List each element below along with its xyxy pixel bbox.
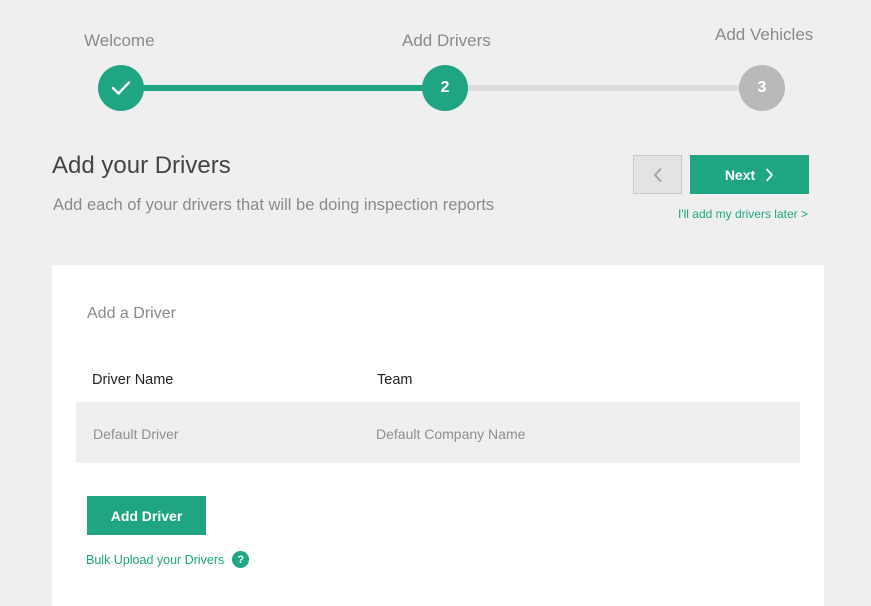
add-driver-card: Add a Driver Driver Name Team Default Dr… xyxy=(52,265,824,606)
step-label-welcome: Welcome xyxy=(84,31,155,50)
step-number-3: 3 xyxy=(757,79,767,96)
table-row[interactable]: Default Driver Default Company Name xyxy=(76,402,800,463)
help-icon[interactable]: ? xyxy=(232,551,250,568)
column-header-driver-name: Driver Name xyxy=(92,372,174,388)
check-icon xyxy=(111,81,131,95)
driver-name-cell: Default Driver xyxy=(93,426,179,442)
step-circle-add-vehicles: 3 xyxy=(739,65,785,111)
page-subtitle: Add each of your drivers that will be do… xyxy=(53,196,495,214)
progress-track-complete xyxy=(121,85,445,91)
card-title: Add a Driver xyxy=(87,305,176,322)
chevron-right-icon xyxy=(766,168,774,181)
next-button-label: Next xyxy=(724,166,756,183)
back-button[interactable] xyxy=(633,155,682,194)
next-button[interactable]: Next xyxy=(690,155,809,194)
chevron-left-icon xyxy=(653,167,661,182)
step-circle-welcome xyxy=(98,65,144,111)
step-label-add-vehicles: Add Vehicles xyxy=(715,25,814,44)
step-label-add-drivers: Add Drivers xyxy=(402,31,491,50)
add-driver-button[interactable]: Add Driver xyxy=(87,496,206,535)
team-cell: Default Company Name xyxy=(376,426,526,442)
add-drivers-later-link[interactable]: I'll add my drivers later > xyxy=(678,207,808,221)
step-circle-add-drivers: 2 xyxy=(422,65,468,111)
column-header-team: Team xyxy=(377,372,413,388)
bulk-upload-link[interactable]: Bulk Upload your Drivers xyxy=(86,553,224,567)
bulk-upload: Bulk Upload your Drivers ? xyxy=(86,551,250,568)
progress-track-remaining xyxy=(445,85,762,91)
page-title: Add your Drivers xyxy=(52,152,231,179)
step-number-2: 2 xyxy=(440,79,450,96)
